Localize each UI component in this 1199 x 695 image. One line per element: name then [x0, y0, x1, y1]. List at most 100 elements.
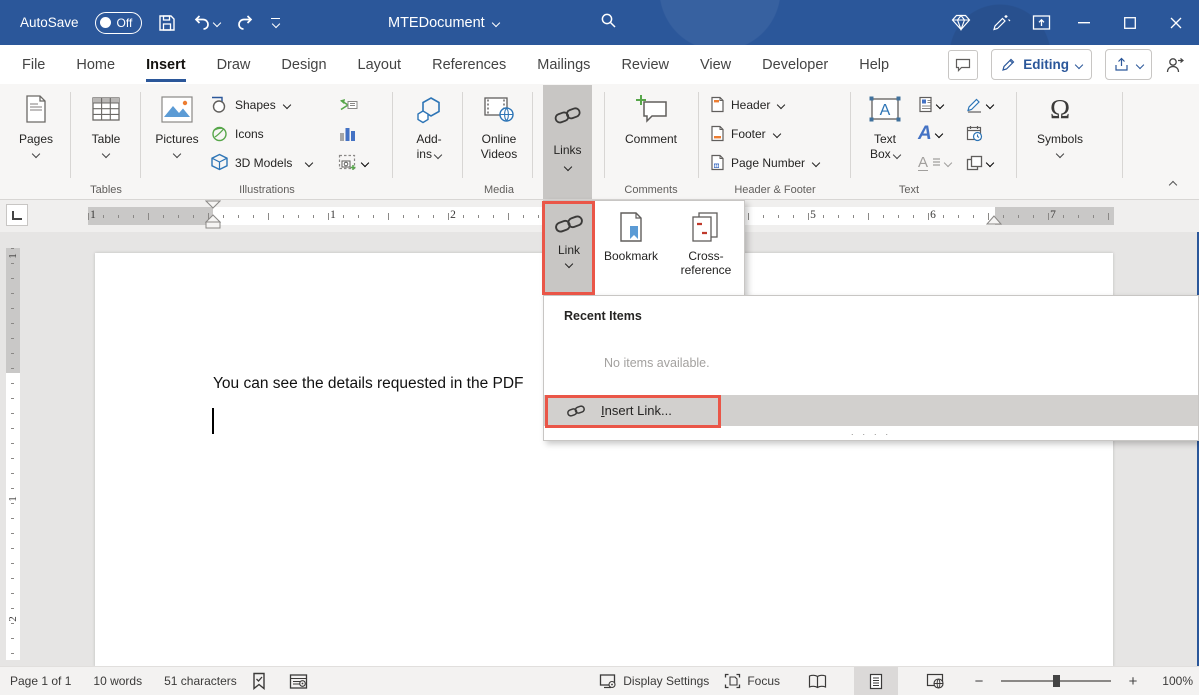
group-media: OnlineVideos Media [470, 84, 528, 199]
contacts-icon[interactable] [1165, 56, 1185, 74]
online-videos-button[interactable]: OnlineVideos [470, 89, 528, 162]
maximize-button[interactable] [1107, 0, 1153, 45]
tab-insert[interactable]: Insert [146, 45, 186, 84]
chart-button[interactable] [338, 119, 368, 148]
smartart-button[interactable] [338, 90, 368, 119]
close-button[interactable] [1153, 0, 1199, 45]
editing-chevron-icon [1075, 60, 1083, 68]
quick-parts-button[interactable] [918, 90, 951, 119]
menu-bookmark-button[interactable]: Bookmark [594, 201, 668, 295]
object-button[interactable] [966, 148, 993, 177]
comment-button[interactable]: Comment [612, 89, 690, 147]
page-number-button[interactable]: Page Number [710, 148, 819, 177]
pictures-icon [161, 91, 193, 127]
header-button[interactable]: Header [710, 90, 819, 119]
document-name: MTEDocument [388, 15, 485, 31]
minimize-button[interactable] [1061, 0, 1107, 45]
tab-file[interactable]: File [22, 45, 45, 84]
divider [850, 92, 851, 178]
links-icon [553, 97, 583, 133]
symbols-label: Symbols [1037, 132, 1083, 147]
date-time-button[interactable] [966, 119, 993, 148]
text-box-label: Text Box [870, 132, 900, 162]
pictures-button[interactable]: Pictures [148, 89, 206, 157]
search-icon[interactable] [600, 12, 617, 29]
left-tab-icon [12, 211, 22, 220]
comment-label: Comment [625, 132, 677, 147]
autosave-label: AutoSave [20, 15, 79, 30]
footer-button[interactable]: Footer [710, 119, 819, 148]
3d-models-chevron-icon [305, 158, 313, 166]
drop-cap-button[interactable]: A [918, 148, 951, 177]
text-box-button[interactable]: A Text Box [858, 89, 912, 162]
tab-design[interactable]: Design [281, 45, 326, 84]
autosave-toggle[interactable]: Off [95, 12, 143, 34]
tab-help[interactable]: Help [859, 45, 889, 84]
redo-button[interactable] [236, 14, 255, 31]
comments-button[interactable] [948, 50, 978, 80]
icons-button[interactable]: Icons [210, 119, 312, 148]
menu-cross-reference-button[interactable]: Cross-reference [668, 201, 744, 295]
right-indent-marker[interactable] [986, 215, 1002, 225]
accessibility-icon[interactable] [289, 673, 308, 690]
ribbon-tabs-row: File Home Insert Draw Design Layout Refe… [0, 45, 1199, 84]
display-settings-button[interactable]: Display Settings [599, 673, 709, 689]
document-title[interactable]: MTEDocument [388, 0, 499, 45]
tab-view[interactable]: View [700, 45, 731, 84]
header-icon [710, 96, 725, 113]
vertical-ruler[interactable]: 1 1 2 [6, 248, 20, 660]
addins-button[interactable]: Add- ins [400, 89, 458, 162]
zoom-slider-thumb[interactable] [1053, 675, 1060, 687]
zoom-in-button[interactable]: + [1126, 673, 1140, 690]
wordart-button[interactable]: A [918, 119, 951, 148]
save-icon[interactable] [158, 14, 176, 32]
pages-button[interactable]: Pages [8, 89, 64, 157]
zoom-slider[interactable] [1001, 680, 1111, 682]
symbols-button[interactable]: Ω Symbols [1032, 89, 1088, 157]
share-button[interactable] [1105, 49, 1152, 80]
character-count[interactable]: 51 characters [164, 674, 237, 688]
signature-line-button[interactable] [966, 90, 993, 119]
page-indicator[interactable]: Page 1 of 1 [10, 674, 71, 688]
read-mode-button[interactable] [795, 667, 839, 695]
menu-resize-grip[interactable]: · · · · [544, 429, 1198, 439]
group-illustrations: Pictures Shapes Icons 3D Models [148, 84, 386, 199]
tab-developer[interactable]: Developer [762, 45, 828, 84]
divider [532, 92, 533, 178]
zoom-level[interactable]: 100% [1155, 674, 1193, 688]
table-chevron-icon [102, 150, 110, 158]
tab-references[interactable]: References [432, 45, 506, 84]
divider [70, 92, 71, 178]
undo-button[interactable] [192, 14, 220, 31]
quick-parts-chevron-icon [936, 100, 944, 108]
print-layout-button[interactable] [854, 667, 898, 695]
shapes-button[interactable]: Shapes [210, 90, 312, 119]
word-count[interactable]: 10 words [93, 674, 142, 688]
editing-mode-button[interactable]: Editing [991, 49, 1092, 80]
table-button[interactable]: Table [78, 89, 134, 157]
tab-review[interactable]: Review [621, 45, 669, 84]
ruler-number: 1 [7, 493, 19, 505]
tab-draw[interactable]: Draw [217, 45, 251, 84]
comment-icon [634, 91, 668, 127]
web-layout-button[interactable] [913, 667, 957, 695]
premium-diamond-icon[interactable] [941, 14, 981, 31]
tab-home[interactable]: Home [76, 45, 115, 84]
screenshot-button[interactable] [338, 148, 368, 177]
header-label: Header [731, 98, 770, 112]
proofing-icon[interactable] [251, 672, 267, 690]
tab-mailings[interactable]: Mailings [537, 45, 590, 84]
collapse-ribbon-button[interactable] [1169, 181, 1177, 189]
3d-models-button[interactable]: 3D Models [210, 148, 312, 177]
editor-pen-icon[interactable] [981, 13, 1021, 33]
zoom-out-button[interactable]: − [972, 673, 986, 690]
online-videos-icon [483, 91, 515, 127]
customize-quick-access-button[interactable] [271, 18, 280, 27]
links-button[interactable]: Links [543, 85, 592, 199]
focus-button[interactable]: Focus [724, 673, 780, 689]
tab-layout[interactable]: Layout [358, 45, 402, 84]
tab-stop-selector[interactable] [6, 204, 28, 226]
group-header-footer: Header Footer Page Number Header & Foote… [706, 84, 844, 199]
indent-markers[interactable] [205, 197, 221, 229]
ribbon-display-options-icon[interactable] [1021, 14, 1061, 31]
